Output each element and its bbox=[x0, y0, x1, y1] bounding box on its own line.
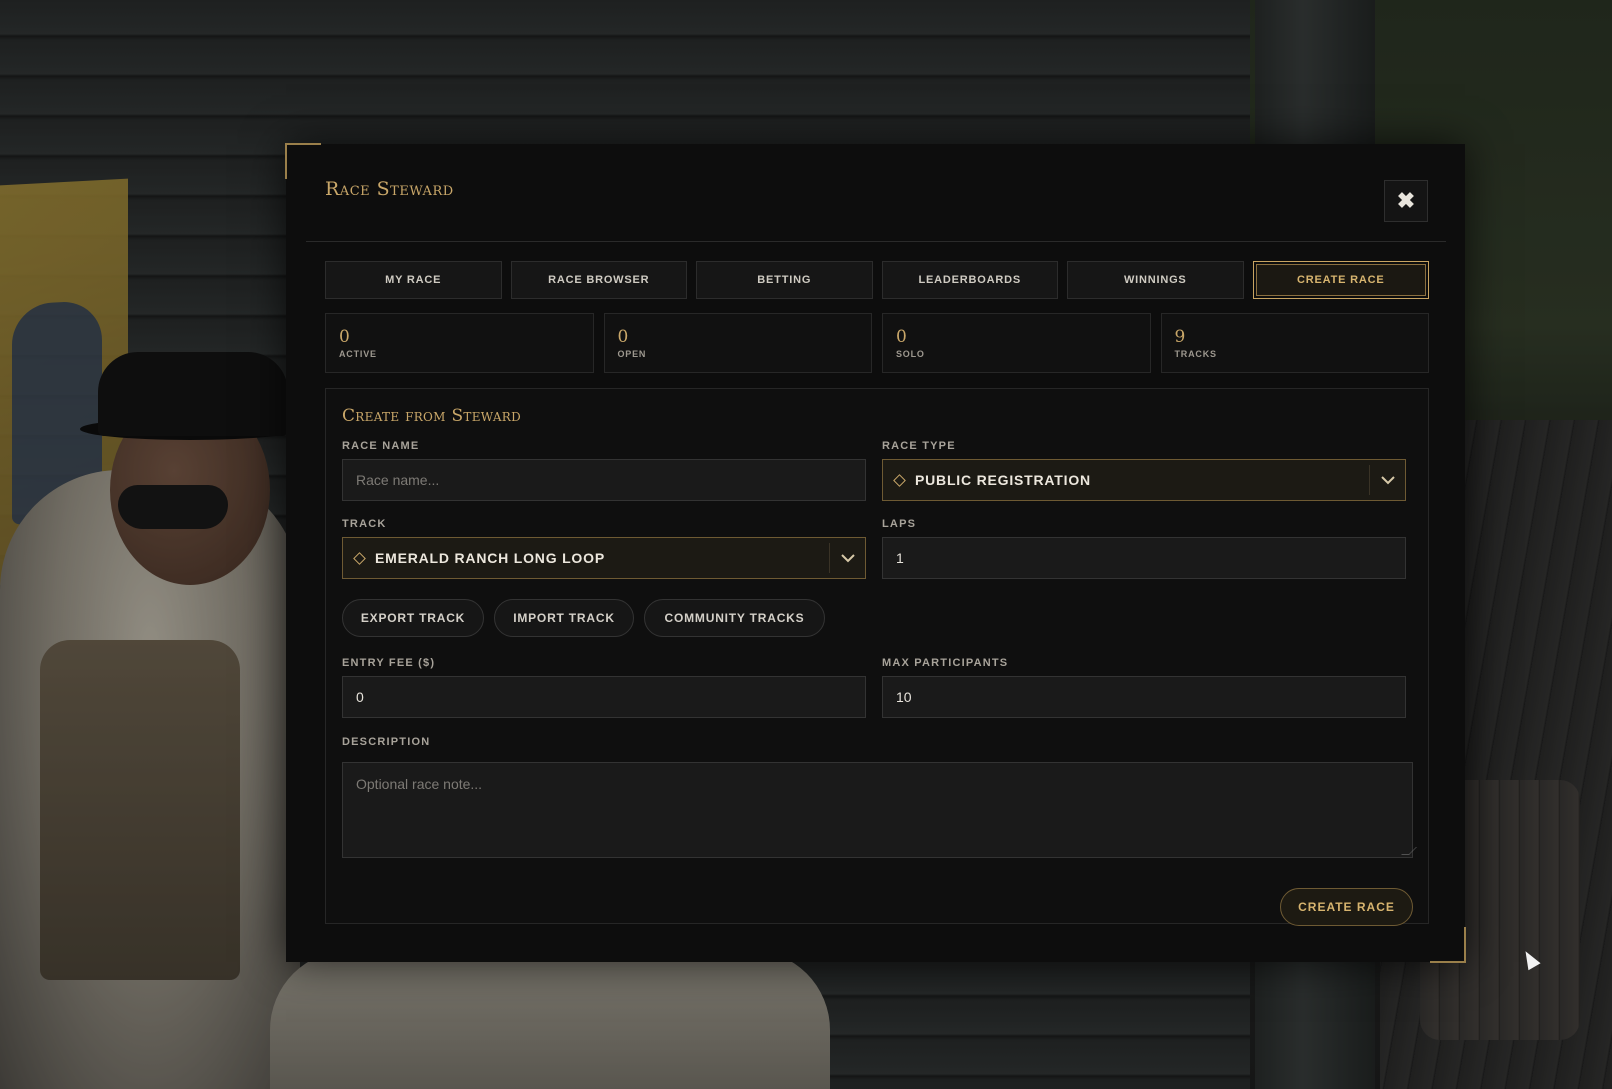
race-steward-modal: Race Steward ✖ MY RACE RACE BROWSER BETT… bbox=[285, 143, 1466, 963]
stat-value: 0 bbox=[339, 327, 350, 347]
tab-bar: MY RACE RACE BROWSER BETTING LEADERBOARD… bbox=[325, 261, 1429, 299]
community-tracks-button[interactable]: COMMUNITY TRACKS bbox=[644, 599, 825, 637]
chevron-down-icon bbox=[1369, 465, 1405, 495]
entry-fee-label: ENTRY FEE ($) bbox=[342, 657, 436, 669]
track-value: EMERALD RANCH LONG LOOP bbox=[375, 550, 605, 566]
stat-tracks: 9 TRACKS bbox=[1160, 313, 1429, 373]
laps-value: 1 bbox=[896, 550, 904, 566]
race-name-label: RACE NAME bbox=[342, 440, 420, 452]
race-type-select[interactable]: PUBLIC REGISTRATION bbox=[882, 459, 1406, 501]
tab-leaderboards[interactable]: LEADERBOARDS bbox=[881, 261, 1058, 299]
laps-input[interactable]: 1 bbox=[882, 537, 1406, 579]
tab-create-race[interactable]: CREATE RACE bbox=[1252, 261, 1429, 299]
stat-solo: 0 SOLO bbox=[882, 313, 1151, 373]
entry-fee-value: 0 bbox=[356, 689, 364, 705]
chevron-down-icon bbox=[829, 543, 865, 573]
stat-label: SOLO bbox=[896, 349, 925, 359]
corner-ornament-top-left bbox=[285, 143, 321, 179]
track-select[interactable]: EMERALD RANCH LONG LOOP bbox=[342, 537, 866, 579]
tab-winnings[interactable]: WINNINGS bbox=[1067, 261, 1244, 299]
race-type-value: PUBLIC REGISTRATION bbox=[915, 472, 1091, 488]
description-placeholder: Optional race note... bbox=[356, 776, 483, 792]
tab-race-browser[interactable]: RACE BROWSER bbox=[510, 261, 687, 299]
modal-title: Race Steward bbox=[325, 178, 454, 200]
stat-label: ACTIVE bbox=[339, 349, 377, 359]
tab-betting[interactable]: BETTING bbox=[696, 261, 873, 299]
panel-title: Create from Steward bbox=[342, 406, 522, 426]
stat-label: TRACKS bbox=[1174, 349, 1217, 359]
close-x-icon: ✖ bbox=[1396, 188, 1416, 213]
corner-ornament-bottom-right bbox=[1430, 927, 1466, 963]
race-name-input[interactable]: Race name... bbox=[342, 459, 866, 501]
stat-active: 0 ACTIVE bbox=[325, 313, 594, 373]
import-track-button[interactable]: IMPORT TRACK bbox=[494, 599, 634, 637]
laps-label: LAPS bbox=[882, 518, 917, 530]
track-label: TRACK bbox=[342, 518, 387, 530]
description-label: DESCRIPTION bbox=[342, 736, 431, 748]
close-button[interactable]: ✖ bbox=[1384, 180, 1428, 222]
stat-value: 9 bbox=[1174, 327, 1186, 347]
create-race-panel: Create from Steward RACE NAME Race name.… bbox=[325, 388, 1429, 926]
race-name-placeholder: Race name... bbox=[356, 472, 440, 488]
resize-handle-icon[interactable] bbox=[1401, 847, 1417, 855]
tab-my-race[interactable]: MY RACE bbox=[325, 261, 502, 299]
export-track-button[interactable]: EXPORT TRACK bbox=[342, 599, 484, 637]
create-race-button[interactable]: CREATE RACE bbox=[1280, 888, 1413, 926]
diamond-icon bbox=[893, 473, 906, 487]
description-textarea[interactable]: Optional race note... bbox=[342, 762, 1417, 858]
diamond-icon bbox=[353, 551, 366, 565]
race-type-label: RACE TYPE bbox=[882, 440, 956, 452]
stat-label: OPEN bbox=[617, 349, 647, 359]
entry-fee-input[interactable]: 0 bbox=[342, 676, 866, 718]
stat-value: 0 bbox=[617, 327, 629, 347]
stats-row: 0 ACTIVE 0 OPEN 0 SOLO 9 TRACKS bbox=[325, 313, 1429, 373]
stat-open: 0 OPEN bbox=[603, 313, 872, 373]
max-participants-value: 10 bbox=[896, 689, 912, 705]
title-divider bbox=[306, 241, 1446, 242]
max-participants-input[interactable]: 10 bbox=[882, 676, 1406, 718]
max-participants-label: MAX PARTICIPANTS bbox=[882, 657, 1009, 669]
stat-value: 0 bbox=[896, 327, 907, 347]
